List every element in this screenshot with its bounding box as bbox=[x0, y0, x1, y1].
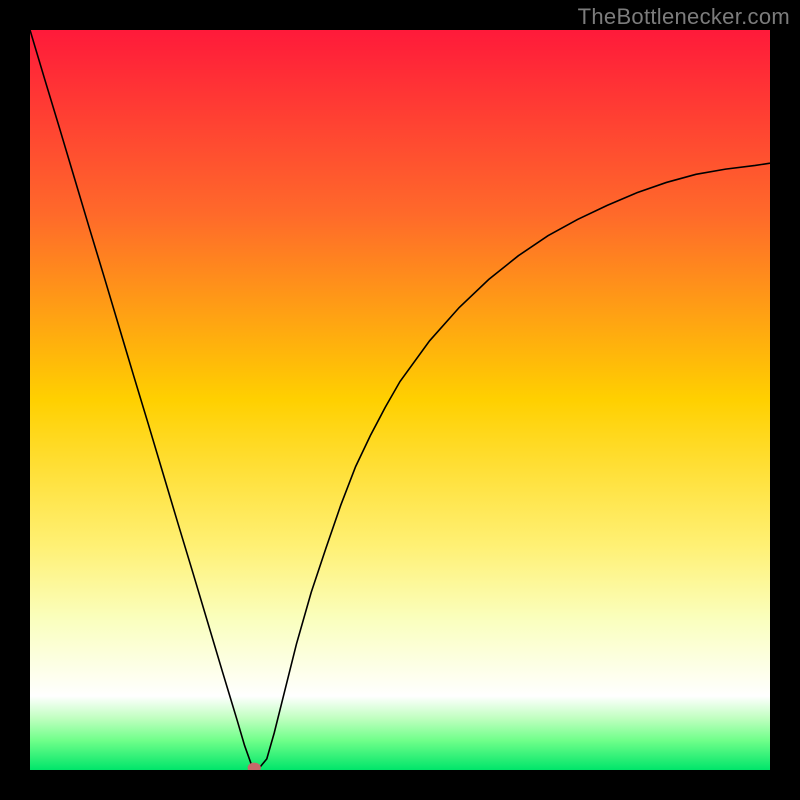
attribution-text: TheBottlenecker.com bbox=[578, 4, 790, 30]
bottleneck-chart bbox=[30, 30, 770, 770]
chart-frame bbox=[30, 30, 770, 770]
